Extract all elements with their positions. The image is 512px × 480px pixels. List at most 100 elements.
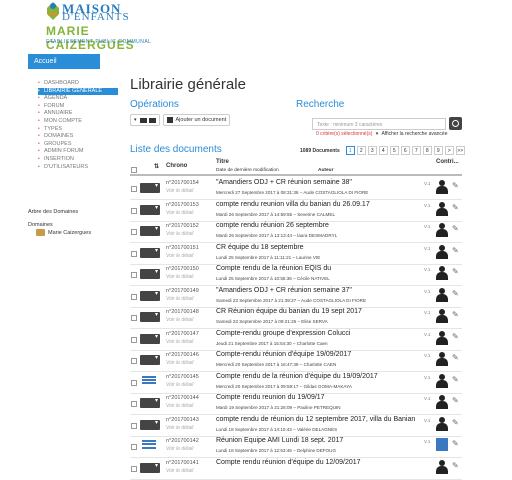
col-date[interactable]: Date de dernière modification <box>216 168 279 173</box>
table-row[interactable]: n°201700141 Voir le détail Compte rendu ré… <box>130 458 462 480</box>
detail-link[interactable]: Voir le détail <box>166 446 193 452</box>
download-button[interactable] <box>140 333 160 344</box>
download-button[interactable] <box>140 419 160 430</box>
row-checkbox[interactable] <box>131 315 137 321</box>
row-checkbox[interactable] <box>131 293 137 300</box>
table-row[interactable]: n°201700154 Voir le détail "Amandiers ODJ … <box>130 178 462 200</box>
sidebar-item[interactable]: ADMIN FORUM <box>38 148 118 156</box>
add-document-button[interactable]: Ajouter un document <box>162 114 231 126</box>
list-icon[interactable] <box>142 440 156 451</box>
document-title[interactable]: compte rendu reunion villa du banian du … <box>216 201 370 208</box>
row-checkbox[interactable] <box>131 229 137 235</box>
detail-link[interactable]: Voir le détail <box>166 403 193 409</box>
page-link[interactable]: 4 <box>378 146 388 155</box>
download-button[interactable] <box>140 182 160 193</box>
pin-icon[interactable]: ✎ <box>452 353 459 362</box>
tree-item-marie-caizergues[interactable]: Marie Caizergues <box>36 229 91 236</box>
detail-link[interactable]: Voir le détail <box>166 253 193 259</box>
pin-icon[interactable]: ✎ <box>452 267 459 276</box>
document-title[interactable]: Compte rendu de la réunion d'équipe du 1… <box>216 373 378 380</box>
table-row[interactable]: n°201700146 Voir le détail Compte-rendu ré… <box>130 350 462 372</box>
advanced-search-toggle[interactable]: Afficher la recherche avancée <box>381 131 447 137</box>
sidebar-item[interactable]: FORUM <box>38 103 118 111</box>
row-checkbox[interactable] <box>131 358 137 364</box>
row-checkbox[interactable] <box>131 465 137 472</box>
table-row[interactable]: n°201700147 Voir le détail Compte-rendu gr… <box>130 329 462 351</box>
pin-icon[interactable]: ✎ <box>452 461 459 470</box>
page-link[interactable]: 8 <box>422 146 432 155</box>
document-title[interactable]: Compte rendu de la réunion EQIS du <box>216 265 331 272</box>
document-title[interactable]: compte rendu de réunion du 12 septembre … <box>216 416 415 423</box>
table-row[interactable]: n°201700143 Voir le détail compte rendu de… <box>130 415 462 437</box>
detail-link[interactable]: Voir le détail <box>166 317 193 323</box>
sidebar-item[interactable]: DOMAINES <box>38 133 118 141</box>
detail-link[interactable]: Voir le détail <box>166 382 193 388</box>
accueil-button[interactable]: Accueil <box>28 54 100 69</box>
download-button[interactable] <box>140 311 160 322</box>
download-button[interactable] <box>140 397 160 408</box>
pin-icon[interactable]: ✎ <box>452 439 459 448</box>
detail-link[interactable]: Voir le détail <box>166 339 193 345</box>
sidebar-item[interactable]: LIBRAIRIE GÉNÉRALE <box>38 87 118 96</box>
table-row[interactable]: n°201700151 Voir le détail CR équipe du 18… <box>130 243 462 265</box>
row-checkbox[interactable] <box>131 422 137 429</box>
page-link[interactable]: 9 <box>433 146 443 155</box>
table-row[interactable]: n°201700150 Voir le détail Compte rendu de… <box>130 264 462 286</box>
download-button[interactable] <box>140 204 160 215</box>
document-title[interactable]: Réunion Equipe AMI Lundi 18 sept. 2017 <box>216 437 343 444</box>
site-logo[interactable]: MAISON D'ENFANTS MARIE CAIZERGUES ETABLI… <box>40 0 160 52</box>
document-title[interactable]: CR Réunion équipe du banian du 19 sept 2… <box>216 308 362 315</box>
page-link[interactable]: 6 <box>400 146 410 155</box>
pin-icon[interactable]: ✎ <box>452 224 459 233</box>
row-checkbox[interactable] <box>131 336 137 343</box>
page-link[interactable]: >> <box>455 146 465 155</box>
sidebar-item[interactable]: INSERTION <box>38 156 118 164</box>
document-title[interactable]: Compte rendu reunion du 19/09/17 <box>216 394 325 401</box>
sidebar-item[interactable]: AGENDA <box>38 95 118 103</box>
document-title[interactable]: compte rendu réunion 26 septembre <box>216 222 329 229</box>
row-checkbox[interactable] <box>131 401 137 407</box>
document-title[interactable]: "Amandiers ODJ + CR réunion semaine 38" <box>216 179 352 186</box>
table-row[interactable]: n°201700152 Voir le détail compte rendu ré… <box>130 221 462 243</box>
row-checkbox[interactable] <box>131 207 137 214</box>
sidebar-item[interactable]: MON COMPTE <box>38 118 118 126</box>
search-button[interactable] <box>449 117 462 130</box>
pin-icon[interactable]: ✎ <box>452 396 459 405</box>
detail-link[interactable]: Voir le détail <box>166 468 193 474</box>
table-row[interactable]: n°201700145 Voir le détail Compte rendu de… <box>130 372 462 394</box>
pin-icon[interactable]: ✎ <box>452 181 459 190</box>
sidebar-item[interactable]: ANNUAIRE <box>38 110 118 118</box>
download-button[interactable] <box>140 354 160 365</box>
pin-icon[interactable]: ✎ <box>452 418 459 427</box>
table-row[interactable]: n°201700144 Voir le détail Compte rendu re… <box>130 393 462 415</box>
detail-link[interactable]: Voir le détail <box>166 210 193 216</box>
col-auteur[interactable]: Auteur <box>318 168 333 173</box>
pin-icon[interactable]: ✎ <box>452 310 459 319</box>
document-title[interactable]: Compte-rendu réunion d'équipe 19/09/2017 <box>216 351 351 358</box>
sidebar-item[interactable]: DASHBOARD <box>38 80 118 88</box>
detail-link[interactable]: Voir le détail <box>166 231 193 237</box>
download-button[interactable] <box>140 290 160 301</box>
table-row[interactable]: n°201700149 Voir le détail "Amandiers ODJ … <box>130 286 462 308</box>
pin-icon[interactable]: ✎ <box>452 246 459 255</box>
row-checkbox[interactable] <box>131 444 137 450</box>
row-checkbox[interactable] <box>131 272 137 278</box>
table-row[interactable]: n°201700142 Voir le détail Réunion Equipe … <box>130 436 462 458</box>
sidebar-item[interactable]: D'UTILISATEURS <box>38 164 118 172</box>
document-title[interactable]: "Amandiers ODJ + CR réunion semaine 37" <box>216 287 352 294</box>
detail-link[interactable]: Voir le détail <box>166 188 193 194</box>
col-chrono[interactable]: Chrono <box>166 163 187 169</box>
sidebar-item[interactable]: GROUPES <box>38 141 118 149</box>
select-all-checkbox[interactable] <box>131 167 137 173</box>
pin-icon[interactable]: ✎ <box>452 203 459 212</box>
download-button[interactable] <box>140 247 160 258</box>
col-contrib[interactable]: Contri... <box>436 159 459 165</box>
pin-icon[interactable]: ✎ <box>452 375 459 384</box>
detail-link[interactable]: Voir le détail <box>166 425 193 431</box>
row-checkbox[interactable] <box>131 186 137 192</box>
list-icon[interactable] <box>142 375 156 387</box>
download-button[interactable] <box>140 462 160 473</box>
document-title[interactable]: Compte rendu réunion d'équipe du 12/09/2… <box>216 459 361 466</box>
page-link[interactable]: 7 <box>411 146 421 155</box>
page-link[interactable]: 3 <box>367 146 377 155</box>
